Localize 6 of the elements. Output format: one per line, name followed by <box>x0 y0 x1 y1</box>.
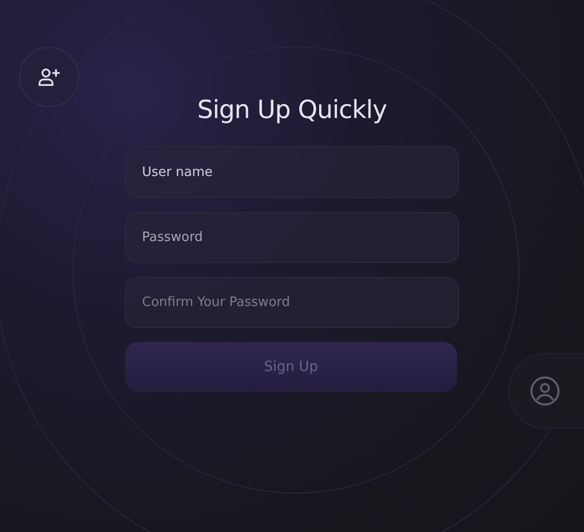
user-circle-icon <box>529 375 561 407</box>
profile-button[interactable] <box>508 353 584 429</box>
input-field[interactable]: Confirm Your Password <box>125 277 459 328</box>
page-title: Sign Up Quickly <box>197 95 387 124</box>
input-field[interactable]: User name <box>125 146 459 198</box>
input-field[interactable]: Password <box>125 212 459 263</box>
